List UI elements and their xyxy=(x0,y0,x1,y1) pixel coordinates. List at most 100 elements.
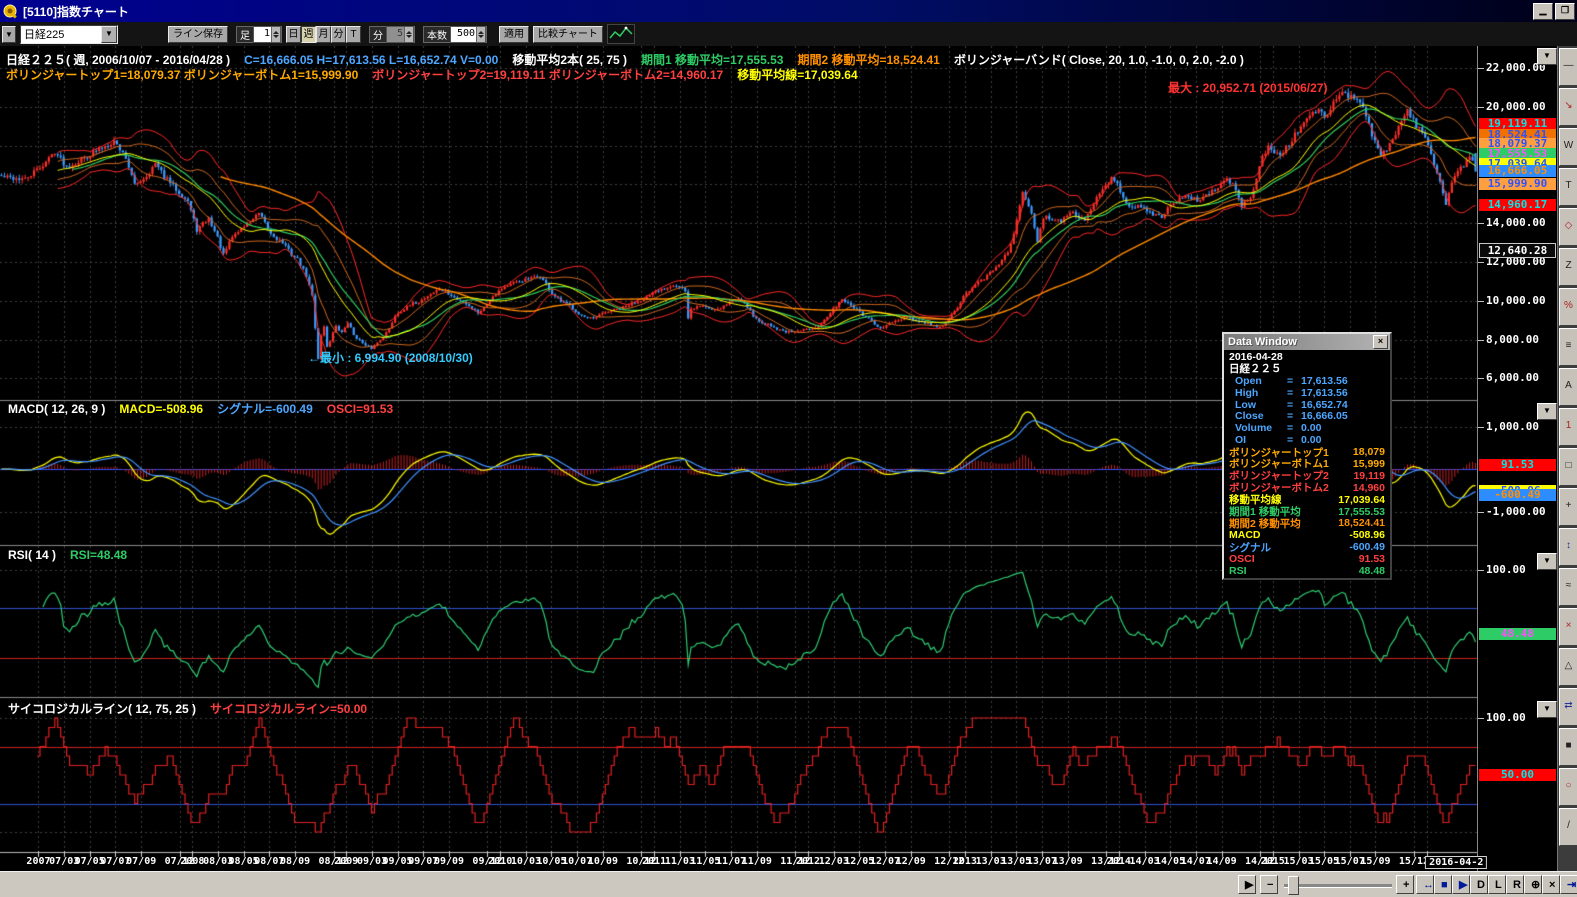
drawing-tool-button-6[interactable]: Z xyxy=(1559,248,1577,286)
x-axis-tick-label: 2014 xyxy=(1107,856,1131,867)
drawing-tool-button-18[interactable]: ■ xyxy=(1559,728,1577,766)
drawing-tool-button-20[interactable]: / xyxy=(1559,808,1577,846)
data-window-row: 期間2 移動平均18,524.41 xyxy=(1227,517,1387,529)
drawing-tool-button-7[interactable]: % xyxy=(1559,288,1577,326)
drawing-tool-button-19[interactable]: ○ xyxy=(1559,768,1577,806)
tracked-price-box: 12,640.28 xyxy=(1479,243,1556,258)
pan-button[interactable]: ↔ xyxy=(1416,875,1434,894)
stop-button[interactable]: ■ xyxy=(1434,875,1452,894)
symbol-select[interactable]: 日経225 ▼ xyxy=(20,25,118,44)
count-spinner[interactable]: 500 xyxy=(450,26,486,43)
apply-button[interactable]: 適用 xyxy=(499,26,529,43)
chevron-down-icon[interactable]: ▼ xyxy=(101,26,117,43)
scroll-next-button[interactable]: ▶ xyxy=(1238,875,1256,894)
panel-menu-dropdown-button[interactable]: ▼ xyxy=(1537,48,1557,65)
go-end-button[interactable]: ⇥ xyxy=(1560,875,1577,894)
line-save-button[interactable]: ライン保存 xyxy=(168,26,228,43)
equals-sign: = xyxy=(1287,434,1301,446)
line-chart-icon[interactable] xyxy=(607,24,635,44)
period-day-button[interactable]: 日 xyxy=(286,26,301,43)
drawing-tool-button-11[interactable]: □ xyxy=(1559,448,1577,486)
x-axis-tick-label: 2011 xyxy=(642,856,666,867)
drawing-tool-button-5[interactable]: ◇ xyxy=(1559,208,1577,246)
x-axis-tick-label: 10/09 xyxy=(588,856,618,867)
equals-sign: = xyxy=(1287,375,1301,387)
zoom-out-button[interactable]: − xyxy=(1260,875,1278,894)
data-window-label: 2016-04-28 xyxy=(1227,351,1283,363)
drawing-tool-button-17[interactable]: ⇄ xyxy=(1559,688,1577,726)
axis-tick xyxy=(1478,340,1484,341)
x-axis-tick-label: 2013 xyxy=(953,856,977,867)
r-button[interactable]: R xyxy=(1506,875,1524,894)
drawing-tool-button-9[interactable]: A xyxy=(1559,368,1577,406)
data-window-value: 48.48 xyxy=(1359,565,1387,577)
drawing-tool-button-3[interactable]: W xyxy=(1559,128,1577,166)
data-window-label: High xyxy=(1227,387,1287,399)
drawing-tool-button-14[interactable]: ≈ xyxy=(1559,568,1577,606)
zoom-button[interactable]: ⊕ xyxy=(1524,875,1542,894)
data-window-title-bar[interactable]: Data Window × xyxy=(1224,334,1390,350)
drawing-tool-button-16[interactable]: △ xyxy=(1559,648,1577,686)
symbol-history-dropdown-button[interactable]: ▼ xyxy=(2,26,16,43)
data-window-value: -508.96 xyxy=(1349,529,1387,541)
axis-tick xyxy=(1478,68,1484,69)
spinner-arrows-icon[interactable] xyxy=(404,27,413,42)
data-window[interactable]: Data Window × 2016-04-28日経２２５Open=17,613… xyxy=(1222,332,1392,580)
indicator-value-badge: 91.53 xyxy=(1479,459,1556,471)
drawing-tool-button-12[interactable]: + xyxy=(1559,488,1577,526)
data-window-label: ボリンジャートップ1 xyxy=(1227,446,1329,458)
period-tick-button[interactable]: T xyxy=(346,26,361,43)
drawing-tool-button-2[interactable]: ↘ xyxy=(1559,88,1577,126)
compare-chart-button[interactable]: 比較チャート xyxy=(533,26,603,43)
panel-menu-dropdown-button[interactable]: ▼ xyxy=(1537,403,1557,420)
period-month-button[interactable]: 月 xyxy=(316,26,331,43)
panel-menu-dropdown-button[interactable]: ▼ xyxy=(1537,701,1557,718)
panel-menu-dropdown-button[interactable]: ▼ xyxy=(1537,553,1557,570)
x-axis-tick-label: 2008 xyxy=(180,856,204,867)
minute-group: 分 5 xyxy=(369,26,415,43)
x-axis-tick-label: 11/09 xyxy=(742,856,772,867)
bar-count-spinner[interactable]: 1 xyxy=(253,26,281,43)
data-window-label: 期間1 移動平均 xyxy=(1227,506,1301,518)
drawing-tool-button-8[interactable]: ≡ xyxy=(1559,328,1577,366)
data-window-label: シグナル xyxy=(1227,541,1271,553)
data-window-close-icon[interactable]: × xyxy=(1373,335,1388,349)
spinner-arrows-icon[interactable] xyxy=(476,27,485,42)
zoom-in-button[interactable]: + xyxy=(1396,875,1414,894)
close-chart-button[interactable]: × xyxy=(1542,875,1560,894)
axis-tick xyxy=(1478,301,1484,302)
count-label: 本数 xyxy=(424,27,450,42)
maximize-button[interactable]: ❒ xyxy=(1555,3,1575,20)
minute-value: 5 xyxy=(387,27,404,42)
equals-sign: = xyxy=(1287,387,1301,399)
minimize-button[interactable]: ▁ xyxy=(1533,3,1553,20)
drawing-tool-button-10[interactable]: 1 xyxy=(1559,408,1577,446)
symbol-value: 日経225 xyxy=(21,26,101,42)
drawing-tool-button-1[interactable]: — xyxy=(1559,48,1577,86)
data-window-row: 2016-04-28 xyxy=(1227,351,1387,363)
x-axis-tick-label: 2012 xyxy=(796,856,820,867)
drawing-tool-button-13[interactable]: ↕ xyxy=(1559,528,1577,566)
drawing-tool-button-4[interactable]: T xyxy=(1559,168,1577,206)
indicator-value-badge: 50.00 xyxy=(1479,769,1556,781)
period-minute-button[interactable]: 分 xyxy=(331,26,346,43)
data-window-label: OSCI xyxy=(1227,553,1255,565)
spinner-arrows-icon[interactable] xyxy=(271,27,280,42)
minute-spinner[interactable]: 5 xyxy=(386,26,414,43)
axis-tick xyxy=(1478,107,1484,108)
data-window-row: ボリンジャーボトム214,960 xyxy=(1227,482,1387,494)
d-button[interactable]: D xyxy=(1470,875,1488,894)
zoom-slider-thumb[interactable] xyxy=(1288,876,1299,895)
indicator-value-badge: 14,960.17 xyxy=(1479,199,1556,211)
data-window-label: Close xyxy=(1227,410,1287,422)
zoom-slider-track[interactable] xyxy=(1284,884,1392,888)
data-window-value: 18,524.41 xyxy=(1338,517,1387,529)
data-window-value: 15,999 xyxy=(1353,458,1387,470)
title-bar[interactable]: [5110]指数チャート ▁ ❒ xyxy=(0,0,1577,22)
data-window-row: MACD-508.96 xyxy=(1227,529,1387,541)
data-window-label: RSI xyxy=(1227,565,1247,577)
play-button[interactable]: ▶ xyxy=(1452,875,1470,894)
period-week-button[interactable]: 週 xyxy=(301,26,316,43)
l-button[interactable]: L xyxy=(1488,875,1506,894)
drawing-tool-button-15[interactable]: × xyxy=(1559,608,1577,646)
